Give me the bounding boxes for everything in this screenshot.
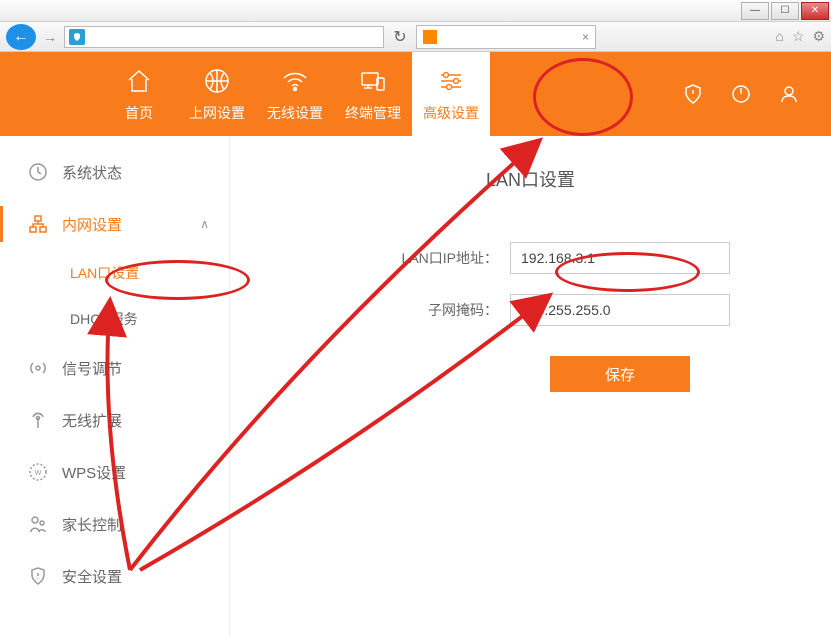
forward-button[interactable]: → <box>40 24 60 50</box>
ip-label: LAN口IP地址： <box>270 248 510 268</box>
sliders-icon <box>435 65 467 97</box>
sidebar-item-label: 内网设置 <box>62 214 122 235</box>
close-window-button[interactable]: ✕ <box>801 2 829 20</box>
sidebar-item-label: 无线扩展 <box>62 410 122 431</box>
mask-input[interactable] <box>510 294 730 326</box>
browser-toolbar: ← → ↻ × ⌂ ☆ ⚙ <box>0 22 831 52</box>
back-button[interactable]: ← <box>6 24 36 50</box>
sidebar-item-security[interactable]: 安全设置 <box>0 550 229 602</box>
star-icon[interactable]: ☆ <box>792 28 805 45</box>
devices-icon <box>357 65 389 97</box>
maximize-button[interactable]: ☐ <box>771 2 799 20</box>
sidebar-sub-label: LAN口设置 <box>70 263 139 283</box>
nav-internet[interactable]: 上网设置 <box>178 52 256 136</box>
nav-label: 首页 <box>125 103 153 123</box>
sidebar-sub-dhcp[interactable]: DHCP服务 <box>0 296 229 342</box>
window-titlebar: — ☐ ✕ <box>0 0 831 22</box>
wifi-icon <box>279 65 311 97</box>
home-icon[interactable]: ⌂ <box>775 28 783 45</box>
mask-label: 子网掩码： <box>270 300 510 320</box>
nav-home[interactable]: 首页 <box>100 52 178 136</box>
sidebar-item-parental[interactable]: 家长控制 <box>0 498 229 550</box>
nav-advanced[interactable]: 高级设置 <box>412 52 490 136</box>
nav-label: 无线设置 <box>267 103 323 123</box>
sidebar: 系统状态 内网设置 ∧ LAN口设置 DHCP服务 信号调节 无线扩展 <box>0 136 230 637</box>
form-row-ip: LAN口IP地址： <box>270 242 791 274</box>
globe-icon <box>201 65 233 97</box>
sidebar-item-label: 信号调节 <box>62 358 122 379</box>
toolbar-right-icons: ⌂ ☆ ⚙ <box>775 28 825 45</box>
parent-icon <box>28 514 48 534</box>
svg-text:W: W <box>35 470 42 477</box>
home-icon <box>123 65 155 97</box>
top-nav: 首页 上网设置 无线设置 终端管理 高级设置 <box>0 52 831 136</box>
browser-tab[interactable]: × <box>416 25 596 49</box>
sidebar-item-signal[interactable]: 信号调节 <box>0 342 229 394</box>
nav-label: 上网设置 <box>189 103 245 123</box>
sidebar-item-status[interactable]: 系统状态 <box>0 146 229 198</box>
content-area: 系统状态 内网设置 ∧ LAN口设置 DHCP服务 信号调节 无线扩展 <box>0 136 831 637</box>
wps-icon: W <box>28 462 48 482</box>
favicon-icon <box>423 30 437 44</box>
ip-input[interactable] <box>510 242 730 274</box>
sidebar-item-label: WPS设置 <box>62 462 126 483</box>
sidebar-sub-label: DHCP服务 <box>70 309 138 329</box>
main-panel: LAN口设置 LAN口IP地址： 子网掩码： 保存 <box>230 136 831 637</box>
signal-icon <box>28 358 48 378</box>
save-button[interactable]: 保存 <box>550 356 690 392</box>
chevron-up-icon: ∧ <box>200 217 209 231</box>
site-shield-icon <box>69 29 85 45</box>
sidebar-sub-lansettings[interactable]: LAN口设置 <box>0 250 229 296</box>
network-icon <box>28 214 48 234</box>
nav-right-icons <box>681 52 801 136</box>
power-icon[interactable] <box>729 82 753 106</box>
sidebar-item-label: 家长控制 <box>62 514 122 535</box>
form-row-mask: 子网掩码： <box>270 294 791 326</box>
sidebar-item-label: 系统状态 <box>62 162 122 183</box>
antenna-icon <box>28 410 48 430</box>
nav-label: 高级设置 <box>423 103 479 123</box>
refresh-button[interactable]: ↻ <box>388 26 412 48</box>
nav-label: 终端管理 <box>345 103 401 123</box>
sidebar-item-wps[interactable]: W WPS设置 <box>0 446 229 498</box>
nav-wireless[interactable]: 无线设置 <box>256 52 334 136</box>
page-title: LAN口设置 <box>270 166 791 192</box>
shield-icon <box>28 566 48 586</box>
sidebar-item-label: 安全设置 <box>62 566 122 587</box>
nav-clients[interactable]: 终端管理 <box>334 52 412 136</box>
sidebar-item-lan[interactable]: 内网设置 ∧ <box>0 198 229 250</box>
gear-icon[interactable]: ⚙ <box>812 28 825 45</box>
address-bar[interactable] <box>64 26 384 48</box>
user-icon[interactable] <box>777 82 801 106</box>
shield-icon[interactable] <box>681 82 705 106</box>
tab-close-button[interactable]: × <box>582 30 589 44</box>
sidebar-item-extend[interactable]: 无线扩展 <box>0 394 229 446</box>
clock-icon <box>28 162 48 182</box>
minimize-button[interactable]: — <box>741 2 769 20</box>
